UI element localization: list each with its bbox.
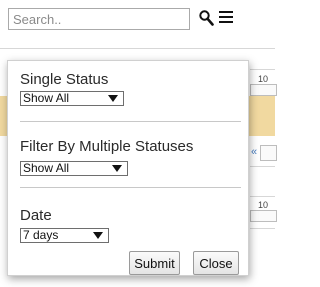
chevron-down-icon	[93, 232, 103, 239]
search-icon[interactable]	[198, 9, 214, 27]
background-chip	[260, 145, 277, 161]
chevron-down-icon	[112, 165, 122, 172]
date-select[interactable]: 7 days	[20, 228, 109, 243]
submit-button[interactable]: Submit	[129, 251, 180, 275]
background-chip	[250, 84, 277, 96]
search-input[interactable]	[8, 8, 190, 30]
row-number: 10	[258, 200, 269, 210]
pagination-link[interactable]: «	[251, 146, 257, 158]
date-selected-value: 7 days	[23, 228, 59, 242]
background-divider	[250, 166, 275, 167]
single-status-label: Single Status	[20, 71, 109, 88]
close-button[interactable]: Close	[193, 251, 239, 275]
background-divider	[250, 196, 275, 197]
background-chip	[250, 210, 277, 222]
background-divider	[0, 48, 275, 49]
multiple-statuses-selected-value: Show All	[23, 161, 70, 175]
single-status-selected-value: Show All	[23, 91, 70, 105]
section-divider	[20, 121, 241, 122]
multiple-statuses-label: Filter By Multiple Statuses	[20, 138, 194, 155]
filter-dropdown-panel: Single Status Show All Filter By Multipl…	[7, 60, 249, 276]
chevron-down-icon	[108, 95, 118, 102]
date-label: Date	[20, 207, 52, 224]
background-divider	[250, 228, 275, 229]
single-status-select[interactable]: Show All	[20, 91, 124, 106]
hamburger-menu-icon[interactable]	[219, 10, 233, 24]
row-number: 10	[258, 74, 269, 84]
section-divider	[20, 187, 241, 188]
multiple-statuses-select[interactable]: Show All	[20, 161, 128, 176]
background-divider	[250, 69, 275, 70]
